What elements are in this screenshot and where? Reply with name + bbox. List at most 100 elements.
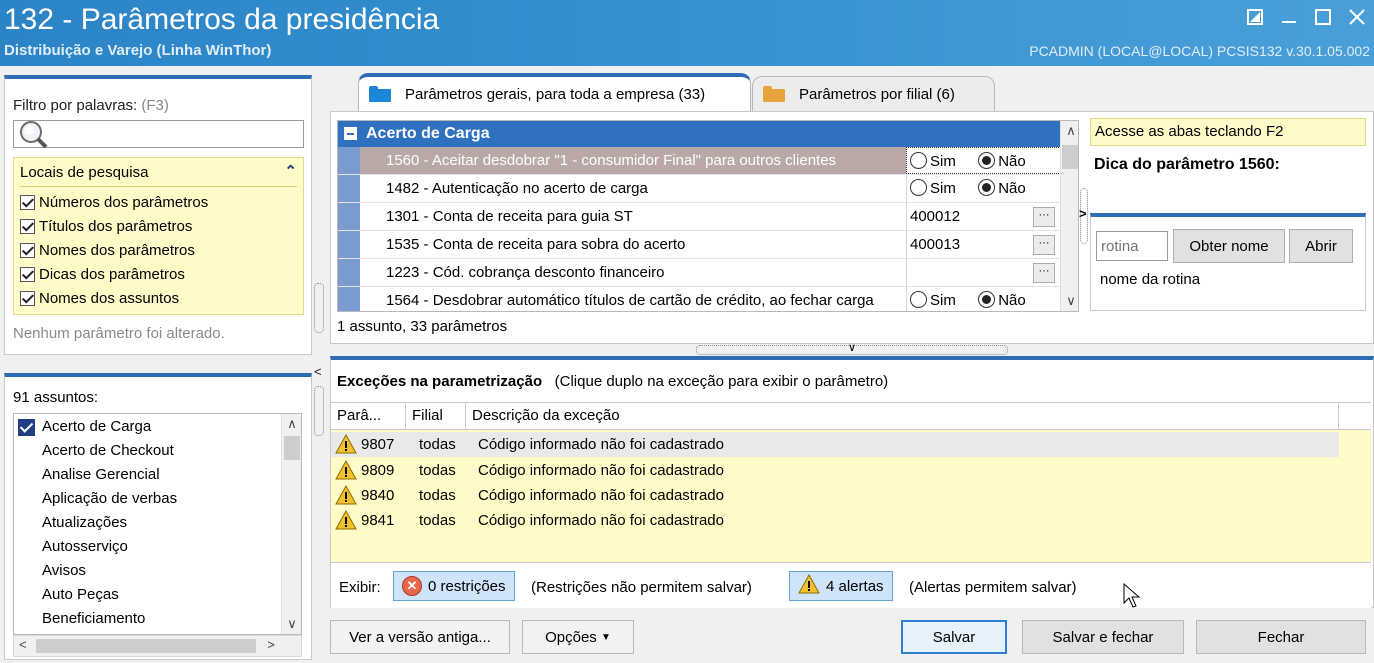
list-item[interactable]: Autosserviço	[42, 538, 128, 555]
table-row[interactable]: 9807 todas Código informado não foi cada…	[331, 432, 1339, 457]
parameters-scrollbar[interactable]: ∧ ∨	[1060, 121, 1078, 311]
checkbox-titulos[interactable]: Títulos dos parâmetros	[20, 218, 192, 235]
abrir-button[interactable]: Abrir	[1289, 229, 1353, 263]
param-value[interactable]: Sim Não	[906, 147, 1061, 174]
list-item[interactable]: Analise Gerencial	[42, 466, 160, 483]
ellipsis-button[interactable]: ···	[1033, 207, 1055, 227]
list-item[interactable]: Atualizações	[42, 514, 127, 531]
resize-icon[interactable]	[1238, 4, 1272, 30]
tab-parametros-filial[interactable]: Parâmetros por filial (6)	[752, 76, 995, 111]
col-param[interactable]: Parâ...	[331, 403, 406, 429]
table-row[interactable]: 9841 todas Código informado não foi cada…	[331, 508, 1339, 533]
param-description[interactable]: 1564 - Desdobrar automático títulos de c…	[360, 287, 906, 311]
salvar-e-fechar-button[interactable]: Salvar e fechar	[1022, 620, 1184, 654]
subjects-hscrollbar[interactable]: < >	[13, 635, 302, 657]
salvar-button[interactable]: Salvar	[901, 620, 1007, 654]
table-row[interactable]: 1535 - Conta de receita para sobra do ac…	[338, 231, 1061, 259]
param-description[interactable]: 1482 - Autenticação no acerto de carga	[360, 175, 906, 202]
param-description[interactable]: 1560 - Aceitar desdobrar "1 - consumidor…	[360, 147, 906, 174]
search-input[interactable]	[50, 124, 300, 144]
col-filial[interactable]: Filial	[406, 403, 466, 429]
rotina-input[interactable]	[1096, 231, 1168, 261]
param-value[interactable]: ···	[906, 259, 1061, 286]
vertical-splitter[interactable]	[314, 386, 324, 436]
table-row[interactable]: 1482 - Autenticação no acerto de carga S…	[338, 175, 1061, 203]
table-row[interactable]: 1560 - Aceitar desdobrar "1 - consumidor…	[338, 147, 1061, 175]
radio-sim[interactable]	[910, 152, 927, 169]
restricoes-toggle[interactable]: ✕ 0 restrições	[393, 571, 515, 601]
group-header[interactable]: Acerto de Carga	[338, 121, 1061, 147]
subjects-scrollbar[interactable]: ∧ ∨	[281, 414, 301, 634]
list-item[interactable]: Auto Peças	[42, 586, 119, 603]
list-item[interactable]: Acerto de Checkout	[42, 442, 174, 459]
ellipsis-button[interactable]: ···	[1033, 235, 1055, 255]
param-value-text[interactable]: 400012	[910, 208, 960, 225]
checkbox-icon[interactable]	[20, 219, 35, 234]
checkbox-numeros[interactable]: Números dos parâmetros	[20, 194, 208, 211]
list-item[interactable]: Avisos	[42, 562, 86, 579]
selected-check-icon[interactable]	[18, 419, 35, 436]
list-item[interactable]: Aplicação de verbas	[42, 490, 177, 507]
table-row[interactable]: 9840 todas Código informado não foi cada…	[331, 483, 1339, 508]
ver-versao-antiga-button[interactable]: Ver a versão antiga...	[330, 620, 510, 654]
subjects-list[interactable]: Acerto de Carga Acerto de Checkout Anali…	[13, 413, 302, 635]
fechar-button[interactable]: Fechar	[1196, 620, 1366, 654]
change-status: Nenhum parâmetro foi alterado.	[13, 325, 225, 342]
param-value[interactable]: 400012 ···	[906, 203, 1061, 230]
table-row[interactable]: 9809 todas Código informado não foi cada…	[331, 458, 1339, 483]
radio-sim[interactable]	[910, 291, 927, 308]
checkbox-icon[interactable]	[20, 243, 35, 258]
maximize-icon[interactable]	[1306, 4, 1340, 30]
list-item[interactable]: Acerto de Carga	[42, 418, 151, 435]
param-value-text[interactable]: 400013	[910, 236, 960, 253]
tab-parametros-gerais[interactable]: Parâmetros gerais, para toda a empresa (…	[358, 73, 751, 111]
collapse-down-icon[interactable]: ∨	[848, 342, 856, 354]
close-icon[interactable]	[1340, 4, 1374, 30]
ellipsis-button[interactable]: ···	[1033, 263, 1055, 283]
param-description[interactable]: 1535 - Conta de receita para sobra do ac…	[360, 231, 906, 258]
param-value[interactable]: 400013 ···	[906, 231, 1061, 258]
exceptions-table[interactable]: Parâ... Filial Descrição da exceção 9807…	[331, 402, 1371, 562]
warning-icon	[335, 484, 357, 509]
table-row[interactable]: 1301 - Conta de receita para guia ST 400…	[338, 203, 1061, 231]
checkbox-assuntos[interactable]: Nomes dos assuntos	[20, 290, 179, 307]
parameters-grid[interactable]: Acerto de Carga 1560 - Aceitar desdobrar…	[337, 120, 1079, 312]
scrollbar-thumb[interactable]	[284, 436, 300, 460]
collapse-icon[interactable]: ⌃	[284, 162, 297, 180]
checkbox-icon[interactable]	[20, 291, 35, 306]
col-descricao[interactable]: Descrição da exceção	[466, 403, 1339, 429]
table-row[interactable]: 1564 - Desdobrar automático títulos de c…	[338, 287, 1061, 311]
search-field[interactable]	[13, 120, 304, 149]
radio-sim[interactable]	[910, 179, 927, 196]
scroll-down-icon[interactable]: ∨	[282, 616, 301, 632]
param-value[interactable]: Sim Não	[906, 175, 1061, 202]
scroll-right-icon[interactable]: >	[267, 637, 275, 652]
list-item[interactable]: Beneficiamento	[42, 610, 145, 627]
checkbox-icon[interactable]	[20, 267, 35, 282]
scrollbar-thumb[interactable]	[36, 639, 256, 653]
param-description[interactable]: 1223 - Cód. cobrança desconto financeiro	[360, 259, 906, 286]
radio-nao[interactable]	[978, 152, 996, 169]
minimize-icon[interactable]	[1272, 4, 1306, 30]
scroll-left-icon[interactable]: <	[19, 637, 27, 652]
collapse-left-icon[interactable]: <	[314, 364, 322, 379]
table-row[interactable]: 1223 - Cód. cobrança desconto financeiro…	[338, 259, 1061, 287]
scroll-up-icon[interactable]: ∧	[1061, 123, 1078, 139]
radio-nao[interactable]	[978, 291, 996, 308]
vertical-splitter[interactable]	[314, 283, 324, 333]
radio-nao[interactable]	[978, 179, 996, 196]
scroll-down-icon[interactable]: ∨	[1061, 293, 1078, 309]
param-description[interactable]: 1301 - Conta de receita para guia ST	[360, 203, 906, 230]
obter-nome-button[interactable]: Obter nome	[1173, 229, 1285, 263]
scroll-up-icon[interactable]: ∧	[282, 416, 301, 432]
checkbox-dicas[interactable]: Dicas dos parâmetros	[20, 266, 185, 283]
opcoes-button[interactable]: Opções ▼	[522, 620, 634, 654]
scrollbar-thumb[interactable]	[1062, 145, 1078, 169]
horizontal-splitter[interactable]: ∨	[696, 342, 1008, 355]
alertas-toggle[interactable]: 4 alertas	[789, 571, 893, 601]
collapse-group-icon[interactable]	[344, 127, 357, 140]
checkbox-nomes[interactable]: Nomes dos parâmetros	[20, 242, 195, 259]
expand-right-icon[interactable]: >	[1079, 206, 1087, 221]
param-value[interactable]: Sim Não	[906, 287, 1061, 311]
checkbox-icon[interactable]	[20, 195, 35, 210]
